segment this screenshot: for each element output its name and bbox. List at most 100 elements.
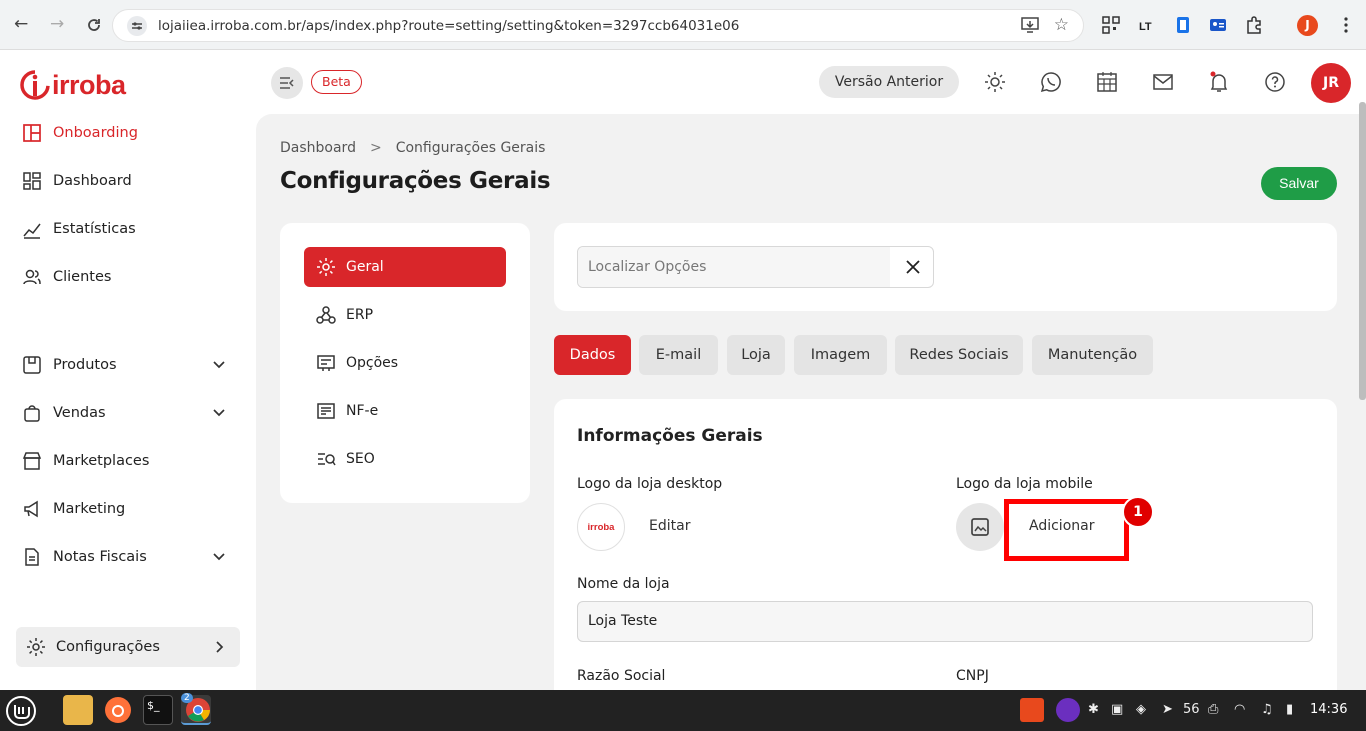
chrome-window-count: 2 (181, 693, 193, 703)
tray-counter: 56 (1183, 702, 1200, 717)
sidebar-item-configuracoes[interactable]: Configurações (16, 627, 240, 667)
bluetooth-icon[interactable]: ✱ (1088, 702, 1099, 717)
printer-icon[interactable]: ⎙ (1208, 702, 1218, 717)
reload-icon[interactable] (86, 17, 102, 33)
settings-menu-erp[interactable]: ERP (304, 295, 506, 335)
sidebar-item-notas-fiscais[interactable]: Notas Fiscais (22, 542, 147, 572)
browser-menu-icon[interactable] (1337, 16, 1355, 34)
url-text: lojaiiea.irroba.com.br/aps/index.php?rou… (158, 18, 740, 34)
bell-icon[interactable] (1208, 71, 1230, 93)
chevron-down-icon[interactable] (212, 358, 226, 372)
site-info-icon[interactable] (127, 16, 147, 36)
settings-menu-seo[interactable]: SEO (304, 439, 506, 479)
terminal-app-icon[interactable]: $_ (143, 695, 173, 725)
chrome-app-icon[interactable]: 2 (181, 693, 211, 725)
settings-menu: Geral ERP Opções NF-e SEO (280, 223, 530, 503)
bookmark-star-icon[interactable]: ☆ (1054, 15, 1069, 35)
bag-icon (24, 405, 40, 422)
languagetool-extension-icon[interactable]: LT (1138, 16, 1156, 34)
breadcrumb: Dashboard > Configurações Gerais (280, 140, 545, 156)
main-content: Dashboard > Configurações Gerais Configura… (256, 114, 1366, 699)
sidebar-item-produtos[interactable]: Produtos (22, 350, 117, 380)
chevron-right-icon (216, 641, 224, 653)
help-icon[interactable] (1264, 71, 1286, 93)
tab-redes-sociais[interactable]: Redes Sociais (895, 335, 1023, 375)
mint-menu-icon[interactable] (5, 695, 37, 727)
tab-email[interactable]: E-mail (639, 335, 718, 375)
address-bar[interactable]: lojaiiea.irroba.com.br/aps/index.php?rou… (112, 9, 1084, 42)
id-card-extension-icon[interactable] (1209, 16, 1227, 34)
sun-icon[interactable] (984, 71, 1006, 93)
settings-menu-label: NF-e (346, 403, 379, 419)
whatsapp-icon[interactable] (1040, 71, 1062, 93)
settings-menu-nfe[interactable]: NF-e (304, 391, 506, 431)
store-name-label: Nome da loja (577, 576, 670, 592)
qr-extension-icon[interactable] (1102, 16, 1120, 34)
clipboard-icon[interactable]: ▣ (1111, 702, 1123, 717)
store-name-field[interactable]: Loja Teste (577, 601, 1313, 642)
gear-icon (27, 638, 45, 656)
close-icon[interactable] (905, 259, 921, 275)
back-icon[interactable]: ← (14, 14, 28, 34)
breadcrumb-dashboard[interactable]: Dashboard (280, 140, 356, 156)
sidebar-item-label: Produtos (53, 357, 117, 373)
edit-logo-desktop-link[interactable]: Editar (649, 518, 690, 534)
sidebar-item-label: Vendas (53, 405, 106, 421)
shield-icon[interactable]: ◈ (1136, 702, 1146, 717)
app-root: irroba Onboarding Dashboard Estatísticas… (0, 50, 1366, 699)
settings-menu-label: ERP (346, 307, 374, 323)
calendar-icon[interactable] (1096, 71, 1118, 93)
mail-icon[interactable] (1152, 71, 1174, 93)
wifi-icon[interactable]: ◠ (1234, 702, 1245, 717)
search-card (554, 223, 1337, 311)
forward-icon[interactable]: → (50, 14, 64, 34)
sidebar-item-marketplaces[interactable]: Marketplaces (22, 446, 149, 476)
tab-loja[interactable]: Loja (727, 335, 785, 375)
sidebar-item-marketing[interactable]: Marketing (22, 494, 125, 524)
sidebar-item-label: Onboarding (53, 125, 138, 141)
grid-icon (23, 172, 41, 190)
tab-dados[interactable]: Dados (554, 335, 631, 375)
search-options-input[interactable] (578, 247, 890, 287)
sidebar-item-label: Marketplaces (53, 453, 150, 469)
chevron-down-icon[interactable] (212, 406, 226, 420)
tab-manutencao[interactable]: Manutenção (1032, 335, 1153, 375)
page-scrollbar[interactable] (1359, 102, 1366, 400)
music-icon[interactable]: ♫ (1261, 702, 1273, 717)
tray-app-icon[interactable] (1056, 698, 1080, 722)
invoice-icon (317, 403, 335, 419)
sidebar-item-clientes[interactable]: Clientes (22, 262, 111, 292)
save-button[interactable]: Salvar (1261, 167, 1337, 200)
svg-text:LT: LT (1139, 21, 1152, 33)
user-avatar[interactable]: JR (1311, 63, 1351, 103)
sidebar-item-onboarding[interactable]: Onboarding (22, 118, 138, 148)
files-app-icon[interactable] (63, 695, 93, 725)
logo-desktop-thumbnail: irroba (577, 503, 625, 551)
profile-avatar[interactable]: J (1297, 15, 1318, 36)
extensions-puzzle-icon[interactable] (1245, 16, 1263, 34)
logo-mobile-placeholder (956, 503, 1004, 551)
battery-icon[interactable]: ▮ (1286, 702, 1293, 717)
anydesk-tray-icon[interactable] (1020, 698, 1044, 722)
settings-menu-opcoes[interactable]: Opções (304, 343, 506, 383)
document-icon (25, 548, 39, 566)
settings-menu-geral[interactable]: Geral (304, 247, 506, 287)
firefox-app-icon[interactable] (103, 695, 133, 725)
megaphone-icon (24, 500, 38, 518)
chevron-down-icon[interactable] (212, 550, 226, 564)
tab-imagem[interactable]: Imagem (794, 335, 887, 375)
previous-version-button[interactable]: Versão Anterior (819, 66, 959, 98)
sidebar-item-dashboard[interactable]: Dashboard (22, 166, 132, 196)
taskbar-clock[interactable]: 14:36 (1310, 702, 1347, 717)
install-icon[interactable] (1021, 17, 1039, 33)
logo-desktop-text: irroba (587, 521, 615, 533)
sidebar-toggle-button[interactable] (271, 67, 303, 99)
layout-icon (23, 124, 41, 142)
sidebar-item-vendas[interactable]: Vendas (22, 398, 106, 428)
beta-badge: Beta (311, 70, 362, 94)
sidebar-item-estatisticas[interactable]: Estatísticas (22, 214, 136, 244)
document-extension-icon[interactable] (1174, 16, 1192, 34)
irroba-logo[interactable]: irroba (20, 68, 126, 102)
network-update-icon[interactable]: ➤ (1162, 702, 1173, 717)
annotation-highlight-box (1004, 499, 1129, 561)
